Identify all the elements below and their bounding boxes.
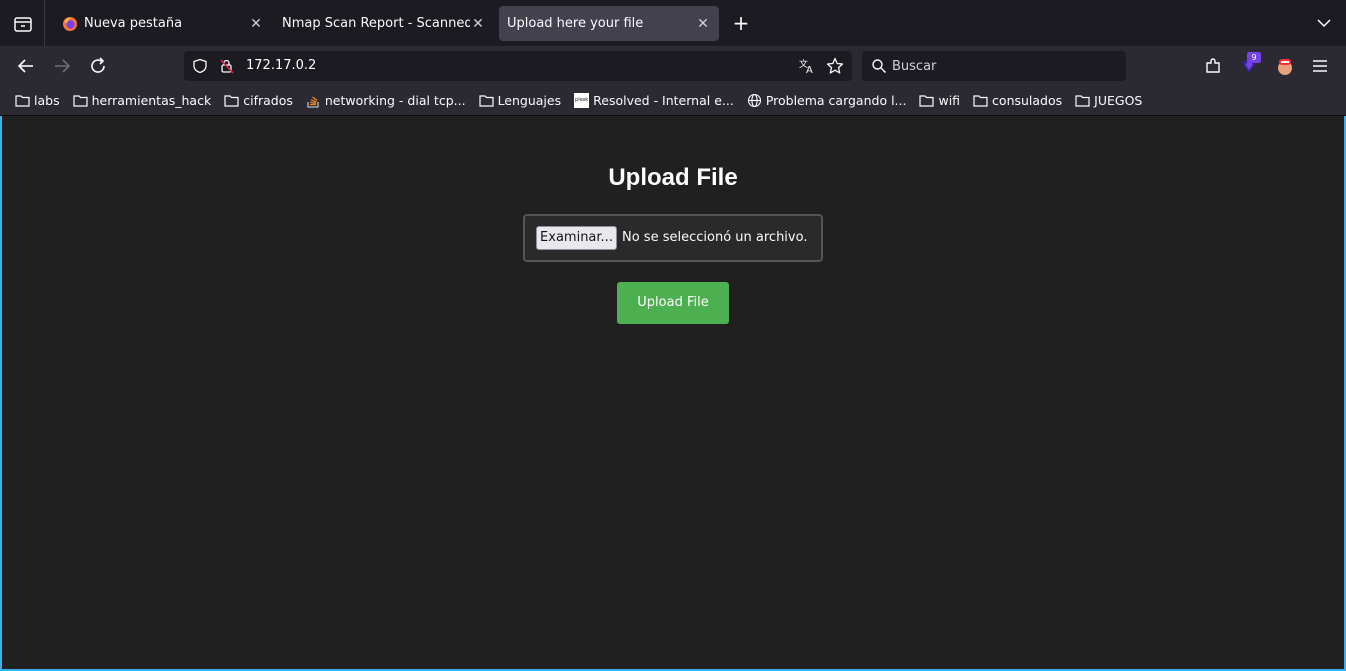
bookmark-label: Resolved - Internal e... (593, 93, 734, 108)
close-tab-icon[interactable]: ✕ (470, 16, 486, 32)
bookmark-label: labs (34, 93, 60, 108)
forward-arrow-icon[interactable] (52, 56, 72, 76)
extension-badge: 9 (1247, 52, 1261, 63)
translate-icon[interactable]: 文 A (798, 57, 816, 75)
file-status-text: No se seleccionó un archivo. (622, 230, 808, 245)
shield-icon[interactable] (192, 58, 208, 74)
folder-icon (15, 95, 30, 107)
tab-title: Nueva pestaña (84, 16, 183, 31)
file-input-container: Examinar... No se seleccionó un archivo. (523, 214, 823, 262)
bookmark-label: Lenguajes (497, 93, 562, 108)
search-bar[interactable] (862, 51, 1126, 81)
page-content: Upload File Examinar... No se seleccionó… (2, 116, 1344, 669)
globe-icon (747, 93, 761, 108)
bookmark-label: networking - dial tcp... (324, 93, 466, 108)
bookmark-labs[interactable]: labs (15, 93, 60, 108)
tab-overview-icon[interactable] (12, 14, 34, 34)
folder-icon (72, 95, 88, 107)
bookmark-label: consulados (992, 93, 1063, 108)
bookmark-consulados[interactable]: consulados (973, 93, 1062, 108)
firefox-icon (63, 16, 77, 31)
tab-title: Upload here your file (507, 16, 644, 31)
bookmark-label: cifrados (243, 93, 293, 108)
svg-text:A: A (806, 65, 813, 75)
plesk-icon: plesk (574, 93, 590, 108)
tab-nmap-report[interactable]: Nmap Scan Report - Scanned at S ✕ (272, 6, 494, 41)
folder-icon (478, 95, 494, 107)
bookmark-herramientas-hack[interactable]: herramientas_hack (72, 93, 212, 108)
browse-file-button[interactable]: Examinar... (536, 226, 617, 250)
upload-file-button[interactable]: Upload File (617, 282, 729, 324)
stackoverflow-icon (307, 96, 319, 108)
bookmark-networking[interactable]: networking - dial tcp... (306, 93, 466, 108)
bookmarks-toolbar: labs herramientas_hack cifrados networki… (0, 86, 1346, 116)
insecure-lock-icon[interactable] (219, 58, 235, 74)
bookmark-label: Problema cargando l... (765, 93, 907, 108)
bookmark-resolved[interactable]: plesk Resolved - Internal e... (574, 93, 734, 108)
extensions-puzzle-icon[interactable] (1203, 56, 1223, 76)
folder-icon (973, 95, 988, 107)
bookmark-label: JUEGOS (1094, 93, 1143, 108)
folder-icon (224, 95, 239, 107)
bookmark-lenguajes[interactable]: Lenguajes (478, 93, 562, 108)
url-bar[interactable]: 172.17.0.2 文 A (184, 51, 852, 81)
back-arrow-icon[interactable] (16, 56, 36, 76)
chevron-down-icon[interactable] (1316, 16, 1332, 30)
page-heading: Upload File (608, 164, 738, 191)
folder-icon (919, 95, 935, 107)
extension-avatar-icon[interactable] (1275, 56, 1295, 76)
reload-icon[interactable] (88, 56, 108, 76)
navigation-toolbar: 172.17.0.2 文 A (0, 46, 1346, 86)
bookmark-cifrados[interactable]: cifrados (224, 93, 293, 108)
url-text: 172.17.0.2 (246, 58, 317, 73)
bookmark-label: wifi (938, 93, 961, 108)
bookmark-star-icon[interactable] (826, 57, 844, 75)
tab-bar: Nueva pestaña ✕ Nmap Scan Report - Scann… (0, 0, 1346, 46)
tab-separator (44, 0, 45, 46)
tab-upload-active[interactable]: Upload here your file ✕ (499, 6, 719, 41)
folder-icon (1075, 95, 1090, 107)
tab-title: Nmap Scan Report - Scanned at S (282, 16, 470, 31)
close-tab-icon[interactable]: ✕ (248, 16, 264, 32)
search-input[interactable] (892, 57, 1112, 75)
menu-hamburger-icon[interactable] (1310, 56, 1330, 76)
bookmark-wifi[interactable]: wifi (919, 93, 960, 108)
bookmark-problema-cargando[interactable]: Problema cargando l... (747, 93, 907, 108)
bookmark-juegos[interactable]: JUEGOS (1075, 93, 1142, 108)
tab-nueva-pestana[interactable]: Nueva pestaña ✕ (50, 6, 272, 41)
close-tab-icon[interactable]: ✕ (695, 16, 711, 32)
bookmark-label: herramientas_hack (91, 93, 212, 108)
new-tab-button[interactable]: + (731, 13, 751, 34)
search-icon (872, 59, 887, 74)
